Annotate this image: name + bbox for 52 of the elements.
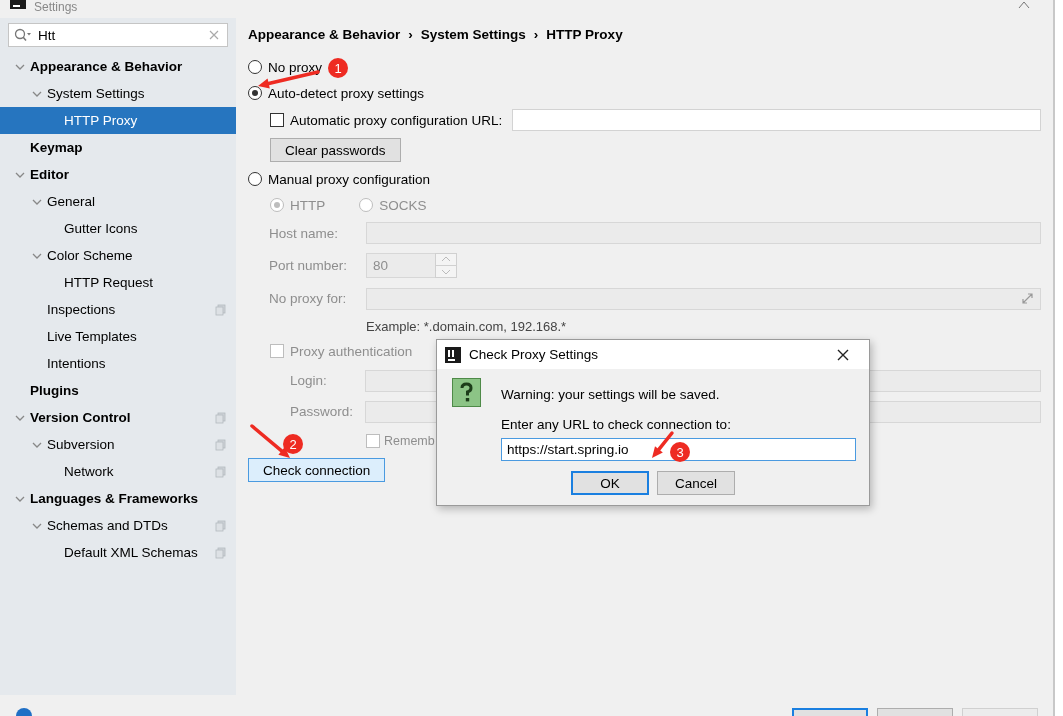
radio-button[interactable]: Manual proxy configuration xyxy=(248,171,431,187)
breadcrumb-item[interactable]: HTTP Proxy xyxy=(546,26,623,42)
tree-item[interactable]: Version Control xyxy=(0,404,236,431)
tree-item[interactable]: Languages & Frameworks xyxy=(0,485,236,512)
search-icon xyxy=(14,28,32,42)
radio-button[interactable]: No proxy xyxy=(248,59,323,75)
tree-item[interactable]: Default XML Schemas xyxy=(0,539,236,566)
ok-button[interactable]: OK xyxy=(571,471,649,495)
tree-item[interactable]: Subversion xyxy=(0,431,236,458)
breadcrumb-separator: › xyxy=(533,26,539,42)
tree-item[interactable]: Keymap xyxy=(0,134,236,161)
breadcrumb-item[interactable]: Appearance & Behavior xyxy=(248,26,401,42)
radio-button[interactable]: Auto-detect proxy settings xyxy=(248,85,425,101)
annotation-badge: 2 xyxy=(283,434,303,454)
text-field[interactable] xyxy=(512,109,1041,131)
field-label: No proxy for: xyxy=(269,291,348,306)
clear-icon[interactable] xyxy=(209,30,219,40)
field-label: Host name: xyxy=(269,225,340,241)
hint-text: Example: *.domain.com, 192.168.* xyxy=(366,318,567,334)
tree-item[interactable]: Editor xyxy=(0,161,236,188)
breadcrumb-item[interactable]: System Settings xyxy=(420,26,526,42)
tree-item[interactable]: HTTP Request xyxy=(0,269,236,296)
field-label: Login: xyxy=(290,373,328,388)
tree-item[interactable]: Appearance & Behavior xyxy=(0,53,236,80)
tree-item[interactable]: System Settings xyxy=(0,80,236,107)
check-connection-button[interactable]: Check connection xyxy=(248,458,386,482)
tree-item[interactable]: Gutter Icons xyxy=(0,215,236,242)
warning-message: Warning: your settings will be saved. xyxy=(501,386,720,402)
tree-item[interactable]: Inspections xyxy=(0,296,236,323)
clear-passwords-button[interactable]: Clear passwords xyxy=(270,138,401,162)
search-field[interactable]: Htt xyxy=(8,23,228,47)
tree-item[interactable]: General xyxy=(0,188,236,215)
field-label: Password: xyxy=(290,404,355,419)
url-prompt: Enter any URL to check connection to: xyxy=(501,417,732,432)
tree-item[interactable]: Plugins xyxy=(0,377,236,404)
spinner-arrows-icon xyxy=(435,252,457,278)
checkbox[interactable]: Automatic proxy configuration URL: xyxy=(270,112,503,128)
tree-item[interactable]: Color Scheme xyxy=(0,242,236,269)
field-label: Port number: xyxy=(269,257,349,273)
tree-item[interactable]: HTTP Proxy xyxy=(0,107,236,134)
dialog-title: Check Proxy Settings xyxy=(469,347,599,362)
expand-icon xyxy=(1022,293,1033,304)
tree-item[interactable]: Live Templates xyxy=(0,323,236,350)
tree-item[interactable]: Schemas and DTDs xyxy=(0,512,236,539)
cancel-button[interactable]: Cancel xyxy=(657,471,735,495)
question-icon xyxy=(452,378,482,408)
window-title: Settings xyxy=(34,0,78,14)
app-icon xyxy=(445,346,461,363)
tree-item[interactable]: Network xyxy=(0,458,236,485)
tree-item[interactable]: Intentions xyxy=(0,350,236,377)
breadcrumb-separator: › xyxy=(408,26,413,42)
annotation-badge: 1 xyxy=(328,58,348,78)
